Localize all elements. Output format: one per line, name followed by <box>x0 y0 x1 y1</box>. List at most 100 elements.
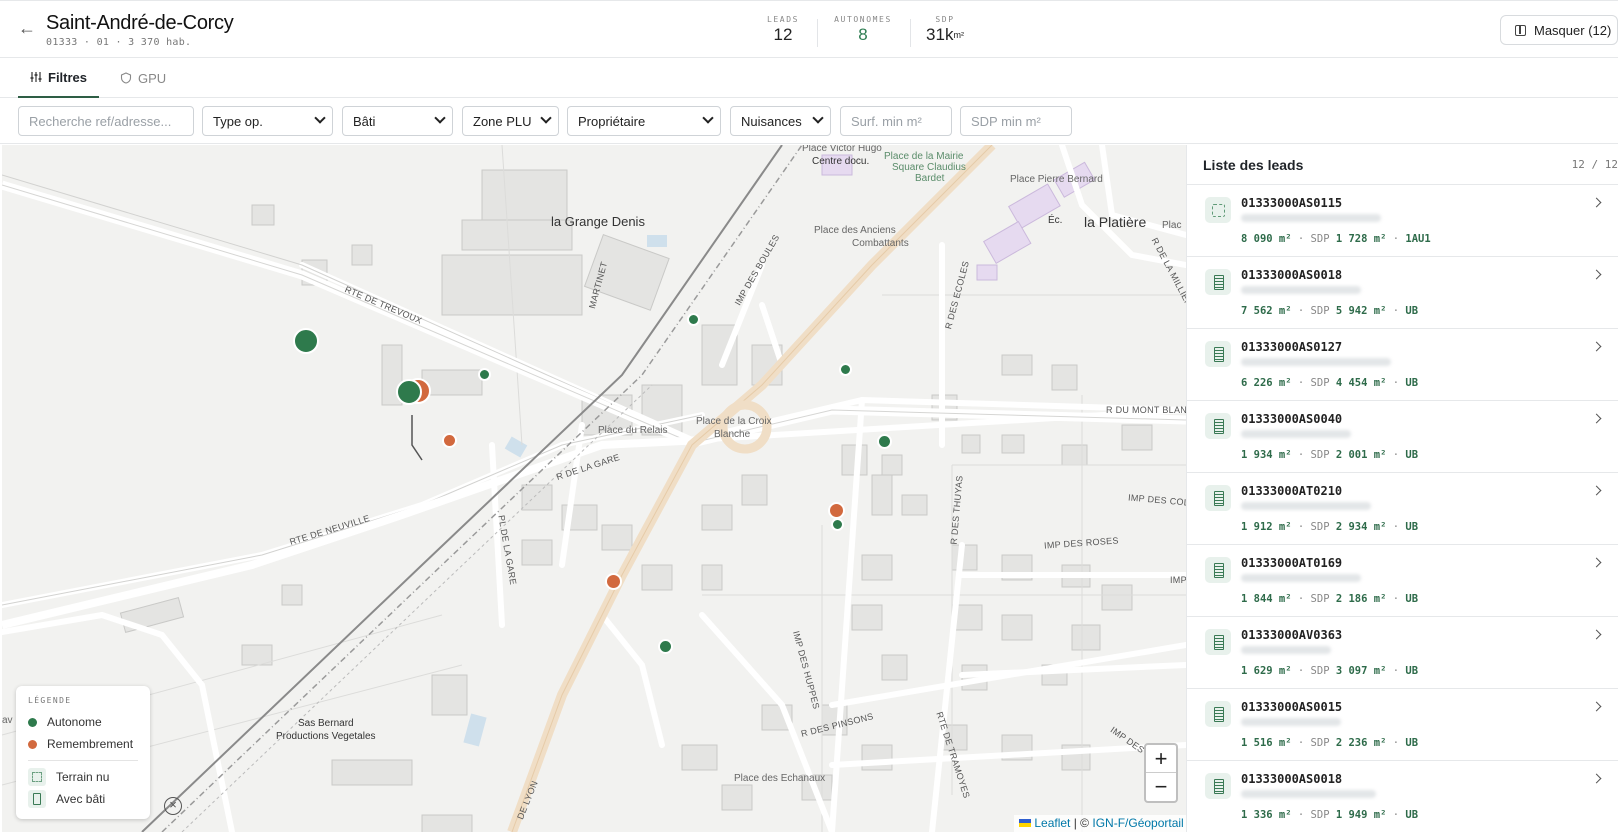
lead-zone: UB <box>1405 665 1419 677</box>
stat-sdp: SDP 31km² <box>922 15 968 45</box>
place-label: Centre docu. <box>812 156 870 167</box>
lead-row[interactable]: 01333000AS0018 1 336 m² · SDP 1 949 m² · … <box>1187 761 1618 832</box>
lead-sdp-label: SDP <box>1310 593 1330 605</box>
chevron-down-icon <box>540 112 552 124</box>
divider <box>817 19 818 47</box>
place-label: Place Victor Hugo <box>802 145 882 154</box>
lead-sdp-label: SDP <box>1310 449 1330 461</box>
place-label: Sas Bernard <box>298 718 354 729</box>
tab-gpu[interactable]: GPU <box>110 58 176 98</box>
lead-surface: 1 844 m² <box>1241 593 1292 605</box>
ign-link[interactable]: IGN-F/Géoportail <box>1092 816 1183 830</box>
lead-surface: 8 090 m² <box>1241 233 1292 245</box>
place-label: la Grange Denis <box>551 214 645 229</box>
map-view[interactable]: la Grange Denis la Platière Place Victor… <box>2 145 1186 832</box>
lead-sdp: 5 942 m² <box>1335 305 1387 317</box>
lead-ref: 01333000AS0115 <box>1241 196 1343 210</box>
lead-row[interactable]: 01333000AS0018 7 562 m² · SDP 5 942 m² · … <box>1187 257 1618 329</box>
lead-sdp: 3 097 m² <box>1335 665 1387 677</box>
lead-row[interactable]: 01333000AT0210 1 912 m² · SDP 2 934 m² · … <box>1187 473 1618 545</box>
commune-subtitle: 01333 · 01 · 3 370 hab. <box>46 37 192 48</box>
lead-marker-remembrement[interactable] <box>605 573 622 590</box>
place-label: Éc. <box>1048 215 1063 226</box>
lead-sdp: 1 949 m² <box>1335 809 1387 821</box>
lead-marker-autonome[interactable] <box>396 379 422 405</box>
lead-zone: UB <box>1405 305 1419 317</box>
locate-icon[interactable]: × <box>164 797 182 815</box>
chevron-right-icon <box>1591 485 1602 496</box>
lead-row[interactable]: 01333000AS0015 1 516 m² · SDP 2 236 m² · … <box>1187 689 1618 761</box>
lead-meta: 1 912 m² · SDP 2 934 m² · UB <box>1241 521 1419 533</box>
lead-marker-autonome[interactable] <box>831 518 844 531</box>
zoom-in-button[interactable]: + <box>1146 745 1176 773</box>
place-label: Place de la Croix <box>696 416 772 427</box>
type-op-select[interactable]: Type op. <box>202 106 333 136</box>
lead-ref: 01333000AS0018 <box>1241 772 1343 786</box>
lead-sdp-label: SDP <box>1310 809 1330 821</box>
chevron-right-icon <box>1591 773 1602 784</box>
surf-min-input[interactable]: Surf. min m² <box>840 106 952 136</box>
lead-sdp-label: SDP <box>1310 521 1330 533</box>
lead-marker-autonome[interactable] <box>687 313 700 326</box>
lead-marker-remembrement[interactable] <box>828 502 845 519</box>
place-label: av <box>2 715 13 726</box>
lead-row[interactable]: 01333000AS0115 8 090 m² · SDP 1 728 m² · … <box>1187 185 1618 257</box>
legend-item-autonome: Autonome <box>28 711 138 733</box>
tab-filtres[interactable]: Filtres <box>18 58 100 98</box>
lead-meta: 6 226 m² · SDP 4 454 m² · UB <box>1241 377 1419 389</box>
lead-row[interactable]: 01333000AS0127 6 226 m² · SDP 4 454 m² · … <box>1187 329 1618 401</box>
lead-marker-autonome[interactable] <box>839 363 852 376</box>
place-label: Combattants <box>852 238 909 249</box>
lead-sdp: 1 728 m² <box>1335 233 1387 245</box>
tab-gpu-label: GPU <box>138 70 167 86</box>
lead-surface: 1 629 m² <box>1241 665 1292 677</box>
lead-marker-autonome[interactable] <box>293 328 319 354</box>
place-label: Square Claudius <box>892 162 966 173</box>
lead-sdp: 2 236 m² <box>1335 737 1387 749</box>
place-label: la Platière <box>1084 214 1147 230</box>
building-icon <box>1205 629 1231 655</box>
lead-marker-autonome[interactable] <box>478 368 491 381</box>
proprietaire-select[interactable]: Propriétaire <box>567 106 721 136</box>
road-label: R DU MONT BLANC <box>1106 405 1186 415</box>
sdp-min-input[interactable]: SDP min m² <box>960 106 1072 136</box>
lead-surface: 1 336 m² <box>1241 809 1292 821</box>
lead-sdp-label: SDP <box>1310 665 1330 677</box>
ukraine-flag-icon <box>1019 819 1031 827</box>
lead-row[interactable]: 01333000AS0040 1 934 m² · SDP 2 001 m² · … <box>1187 401 1618 473</box>
nuisances-select[interactable]: Nuisances <box>730 106 831 136</box>
legend-item-terrain-nu: Terrain nu <box>28 766 138 788</box>
search-input[interactable]: Recherche ref/adresse... <box>18 106 194 136</box>
lead-marker-remembrement[interactable] <box>442 433 457 448</box>
stat-leads: LEADS 12 <box>760 15 806 45</box>
sliders-icon <box>30 72 42 82</box>
building-icon <box>1205 341 1231 367</box>
chevron-down-icon <box>812 112 824 124</box>
lead-address-blurred <box>1241 718 1341 726</box>
hide-panel-label: Masquer (12) <box>1534 22 1612 38</box>
lead-row[interactable]: 01333000AV0363 1 629 m² · SDP 3 097 m² · … <box>1187 617 1618 689</box>
legend-item-avec-bati: Avec bâti <box>28 788 138 810</box>
leads-panel-title: Liste des leads <box>1203 156 1304 173</box>
lead-marker-autonome[interactable] <box>658 639 673 654</box>
lead-zone: UB <box>1405 809 1419 821</box>
hide-panel-button[interactable]: Masquer (12) <box>1500 15 1618 45</box>
bati-select[interactable]: Bâti <box>342 106 453 136</box>
road-label: IMP <box>1170 575 1186 585</box>
lead-row[interactable]: 01333000AT0169 1 844 m² · SDP 2 186 m² · … <box>1187 545 1618 617</box>
place-label: Place de la Mairie <box>884 151 964 162</box>
place-label: Bardet <box>915 173 945 184</box>
arrow-left-icon[interactable]: ← <box>16 17 38 39</box>
lead-meta: 1 934 m² · SDP 2 001 m² · UB <box>1241 449 1419 461</box>
lead-surface: 1 934 m² <box>1241 449 1292 461</box>
lead-ref: 01333000AT0210 <box>1241 484 1343 498</box>
stat-sdp-number: 31k <box>926 25 954 44</box>
shield-icon <box>120 72 132 84</box>
zoom-out-button[interactable]: − <box>1146 773 1176 801</box>
zone-plu-select[interactable]: Zone PLU <box>462 106 559 136</box>
leaflet-link[interactable]: Leaflet <box>1034 816 1070 830</box>
lead-address-blurred <box>1241 646 1331 654</box>
building-icon <box>1205 557 1231 583</box>
lead-marker-autonome[interactable] <box>877 434 892 449</box>
stat-sdp-unit: m² <box>953 30 964 40</box>
